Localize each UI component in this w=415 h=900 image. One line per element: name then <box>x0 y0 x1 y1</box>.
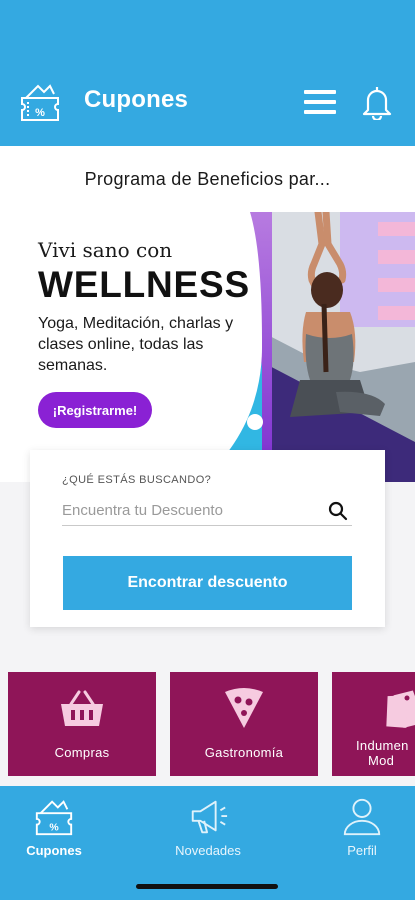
register-button[interactable]: ¡Registrarme! <box>38 392 152 428</box>
category-label: Indumen Mod <box>356 738 409 768</box>
coupon-ticket-icon: % <box>21 84 59 121</box>
magnifier-icon[interactable] <box>328 501 348 521</box>
program-subheader[interactable]: Programa de Beneficios par... <box>0 146 415 212</box>
nav-novedades[interactable]: Novedades <box>148 786 268 876</box>
bell-icon[interactable] <box>360 84 394 120</box>
bottom-navigation: % Cupones Novedades Perfil <box>0 786 415 900</box>
carousel-dot[interactable] <box>157 414 173 430</box>
megaphone-icon <box>191 800 228 834</box>
search-label: ¿QUÉ ESTÁS BUSCANDO? <box>62 474 212 486</box>
banner-title: WELLNESS <box>38 264 250 305</box>
shopping-basket-icon <box>61 690 103 726</box>
search-field <box>62 496 352 526</box>
program-title: Programa de Beneficios par... <box>84 168 331 189</box>
banner-description: Yoga, Meditación, charlas y clases onlin… <box>38 315 234 374</box>
carousel-indicators <box>157 414 263 430</box>
nav-cupones[interactable]: % Cupones <box>0 786 114 876</box>
nav-label: Novedades <box>175 843 241 858</box>
clothing-tags-icon <box>386 690 415 728</box>
nav-label: Cupones <box>26 843 82 858</box>
hamburger-menu-icon[interactable] <box>304 88 338 116</box>
coupon-ticket-icon: % <box>35 800 73 836</box>
category-indumentaria[interactable]: Indumen Mod <box>332 672 415 776</box>
promo-banner[interactable]: Vivi sano con WELLNESS Yoga, Meditación,… <box>0 212 415 482</box>
carousel-dot[interactable] <box>187 414 203 430</box>
category-label: Compras <box>54 745 110 760</box>
category-compras[interactable]: Compras <box>8 672 156 776</box>
svg-text:%: % <box>35 107 45 119</box>
search-card: ¿QUÉ ESTÁS BUSCANDO? Encontrar descuento <box>30 450 385 627</box>
pizza-slice-icon <box>225 688 263 728</box>
carousel-dot-active[interactable] <box>247 414 263 430</box>
home-indicator[interactable] <box>136 884 278 889</box>
find-discount-button[interactable]: Encontrar descuento <box>63 556 352 610</box>
nav-perfil[interactable]: Perfil <box>302 786 415 876</box>
user-icon <box>343 798 381 836</box>
category-label: Gastronomía <box>204 745 284 760</box>
search-input[interactable] <box>62 498 312 522</box>
category-carousel: Compras Gastronomía Indumen Mod <box>0 672 415 776</box>
svg-text:%: % <box>49 821 59 833</box>
nav-label: Perfil <box>347 843 377 858</box>
page-title: Cupones <box>84 86 189 113</box>
banner-subtitle: Vivi sano con <box>38 238 173 262</box>
app-header: % Cupones <box>0 0 415 146</box>
carousel-dot[interactable] <box>217 414 233 430</box>
category-gastronomia[interactable]: Gastronomía <box>170 672 318 776</box>
